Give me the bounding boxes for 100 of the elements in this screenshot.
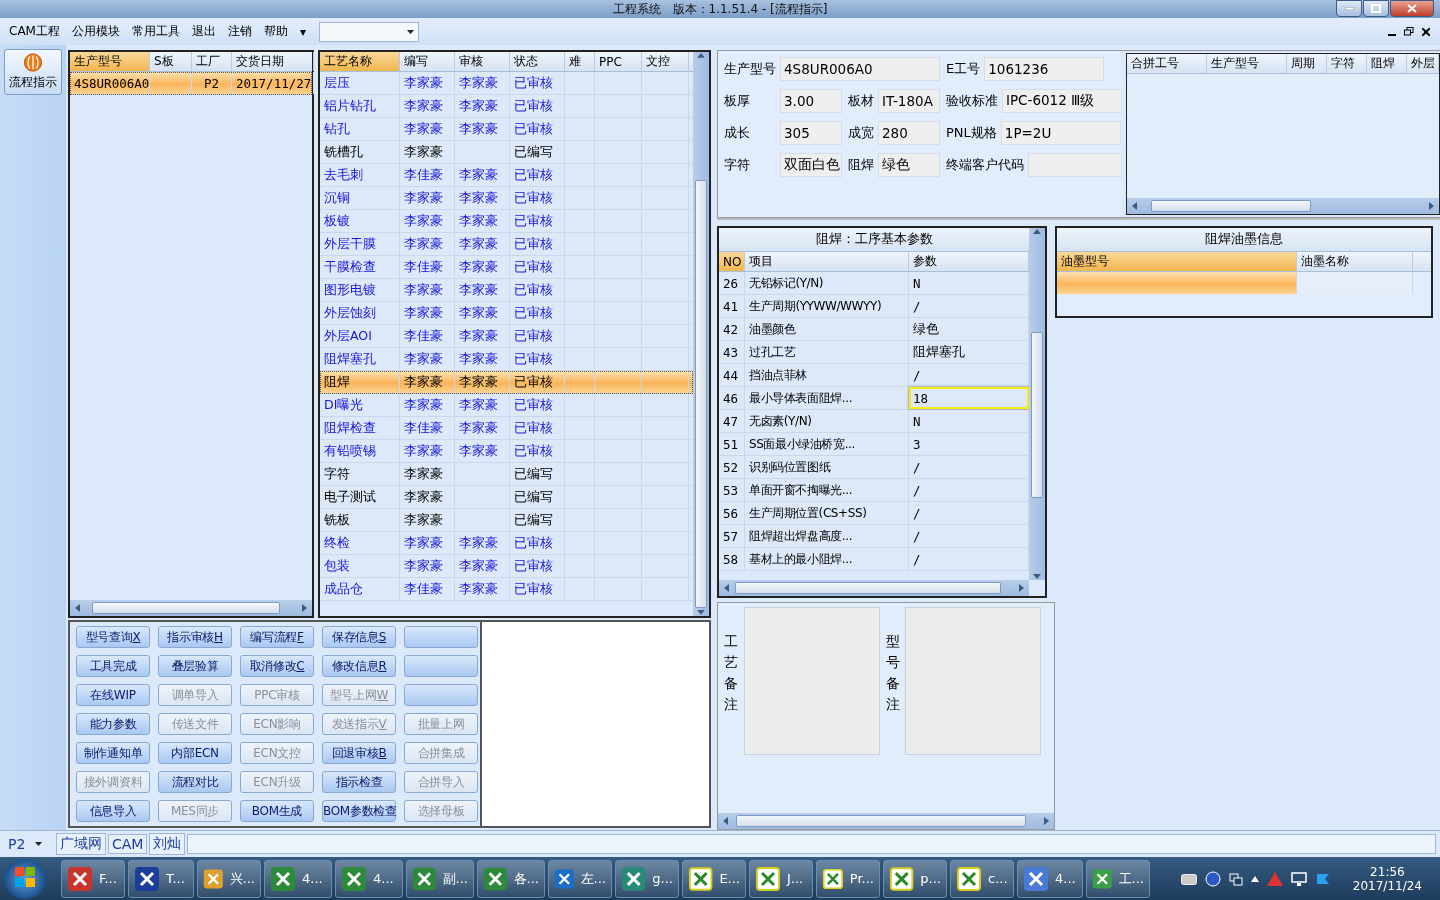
column-header[interactable]: 合拼工号: [1127, 54, 1207, 73]
value-field[interactable]: IPC-6012 Ⅲ级: [1002, 89, 1122, 113]
process-row[interactable]: 阻焊 李家豪 李家豪 已审核: [320, 371, 693, 394]
menu-item[interactable]: 退出: [186, 21, 221, 42]
scroll-right-icon[interactable]: [1427, 202, 1435, 210]
value-field[interactable]: 1061236: [984, 57, 1105, 81]
command-button[interactable]: 制作通知单: [76, 742, 150, 764]
command-button[interactable]: 能力参数: [76, 713, 150, 735]
remark-field[interactable]: [743, 607, 880, 755]
column-header[interactable]: 生产型号: [70, 52, 150, 71]
command-button[interactable]: 内部ECN: [158, 742, 232, 764]
triangle-icon[interactable]: [1250, 875, 1259, 882]
scroll-up-icon[interactable]: [697, 52, 705, 60]
value-field[interactable]: 绿色: [878, 153, 940, 177]
selected-table-cell[interactable]: [1057, 272, 1297, 294]
process-row[interactable]: 外层蚀刻 李家豪 李家豪 已审核: [320, 302, 693, 325]
command-button[interactable]: 信息导入: [76, 800, 150, 822]
menu-item[interactable]: CAM工程: [4, 21, 65, 42]
process-row[interactable]: 板镀 李家豪 李家豪 已审核: [320, 210, 693, 233]
nav-button[interactable]: 流程指示: [4, 49, 62, 95]
process-row[interactable]: 终检 李家豪 李家豪 已审核: [320, 532, 693, 555]
process-row[interactable]: DI曝光 李家豪 李家豪 已审核: [320, 394, 693, 417]
dropdown-field[interactable]: [319, 21, 419, 42]
menu-more-button[interactable]: ▾: [294, 22, 311, 41]
taskbar-button[interactable]: 各...: [477, 859, 545, 898]
column-header[interactable]: 难: [565, 52, 595, 71]
maximize-button[interactable]: [1363, 0, 1389, 17]
scroll-left-icon[interactable]: [1131, 202, 1139, 210]
process-row[interactable]: 层压 李家豪 李家豪 已审核: [320, 72, 693, 95]
process-row[interactable]: 铣槽孔 李家豪 已编写: [320, 141, 693, 164]
vertical-scrollbar[interactable]: [1029, 228, 1045, 580]
column-header[interactable]: NO: [719, 252, 745, 271]
column-header[interactable]: 文控: [642, 52, 689, 71]
restore-icon[interactable]: [1404, 27, 1414, 36]
command-button[interactable]: 回退审核B: [322, 742, 396, 764]
scroll-left-icon[interactable]: [722, 817, 730, 825]
taskbar-button[interactable]: F...: [61, 859, 125, 898]
scroll-left-icon[interactable]: [74, 604, 82, 612]
taskbar-button[interactable]: g...: [615, 859, 679, 898]
command-button[interactable]: 取消修改C: [240, 655, 314, 677]
scroll-up-icon[interactable]: [1033, 228, 1041, 236]
process-row[interactable]: 图形电镀 李家豪 李家豪 已审核: [320, 279, 693, 302]
command-button[interactable]: 修改信息R: [322, 655, 396, 677]
scroll-left-icon[interactable]: [723, 584, 731, 592]
command-button[interactable]: 保存信息S: [322, 626, 396, 648]
close-icon[interactable]: [1422, 27, 1430, 36]
monitor-icon[interactable]: [1290, 871, 1307, 886]
taskbar-button[interactable]: 左...: [548, 859, 612, 898]
column-header[interactable]: 审核: [455, 52, 510, 71]
column-header[interactable]: 编写: [400, 52, 455, 71]
table-cell[interactable]: 18: [909, 387, 1029, 409]
taskbar-button[interactable]: c...: [950, 859, 1014, 898]
taskbar-button[interactable]: 工...: [1086, 859, 1150, 898]
column-header[interactable]: 生产型号: [1207, 54, 1287, 73]
start-button[interactable]: [4, 858, 46, 899]
horizontal-scrollbar[interactable]: [70, 600, 312, 616]
process-row[interactable]: 电子测试 李家豪 已编写: [320, 486, 693, 509]
process-row[interactable]: 铝片钻孔 李家豪 李家豪 已审核: [320, 95, 693, 118]
value-field[interactable]: 3.00: [780, 89, 842, 113]
column-header[interactable]: 交货日期: [232, 52, 314, 71]
command-button[interactable]: BOM参数检查: [322, 800, 396, 822]
value-field[interactable]: 双面白色: [780, 153, 842, 177]
column-header[interactable]: 油墨型号: [1057, 252, 1297, 271]
taskbar-button[interactable]: E...: [682, 859, 746, 898]
value-field[interactable]: 1P=2U: [1000, 121, 1121, 145]
process-row[interactable]: 成品仓 李佳豪 李家豪 已审核: [320, 578, 693, 601]
value-field[interactable]: IT-180A: [878, 89, 940, 113]
taskbar-button[interactable]: p...: [883, 859, 947, 898]
process-row[interactable]: 有铅喷锡 李家豪 李家豪 已审核: [320, 440, 693, 463]
process-row[interactable]: 外层AOI 李佳豪 李家豪 已审核: [320, 325, 693, 348]
process-row[interactable]: 外层干膜 李家豪 李家豪 已审核: [320, 233, 693, 256]
remark-field[interactable]: [905, 607, 1041, 755]
taskbar-button[interactable]: J...: [749, 859, 813, 898]
menu-item[interactable]: 常用工具: [126, 21, 185, 42]
process-row[interactable]: 阻焊检查 李佳豪 李家豪 已审核: [320, 417, 693, 440]
process-row[interactable]: 干膜检查 李佳豪 李家豪 已审核: [320, 256, 693, 279]
menu-item[interactable]: 注销: [222, 21, 257, 42]
scroll-right-icon[interactable]: [1017, 584, 1025, 592]
column-header[interactable]: 字符: [1327, 54, 1367, 73]
column-header[interactable]: 油墨名称: [1297, 252, 1413, 271]
taskbar-button[interactable]: T...: [128, 859, 194, 898]
column-header[interactable]: 阻焊: [1367, 54, 1407, 73]
value-field[interactable]: 280: [878, 121, 940, 145]
command-button[interactable]: 编写流程F: [240, 626, 314, 648]
factory-dropdown[interactable]: P2: [4, 836, 54, 852]
command-button[interactable]: 工具完成: [76, 655, 150, 677]
flag-icon[interactable]: [1314, 871, 1331, 886]
taskbar-button[interactable]: 兴...: [197, 859, 261, 898]
scroll-right-icon[interactable]: [300, 604, 308, 612]
process-row[interactable]: 包装 李家豪 李家豪 已审核: [320, 555, 693, 578]
command-button[interactable]: BOM生成: [240, 800, 314, 822]
horizontal-scrollbar[interactable]: [718, 813, 1054, 829]
scroll-down-icon[interactable]: [1033, 572, 1041, 580]
column-header[interactable]: PPC: [595, 52, 642, 71]
column-header[interactable]: 工艺名称: [320, 52, 400, 71]
column-header[interactable]: 项目: [745, 252, 909, 271]
command-button[interactable]: 型号查询X: [76, 626, 150, 648]
column-header[interactable]: 周期: [1287, 54, 1327, 73]
process-row[interactable]: 铣板 李家豪 已编写: [320, 509, 693, 532]
command-button[interactable]: 在线WIP: [76, 684, 150, 706]
